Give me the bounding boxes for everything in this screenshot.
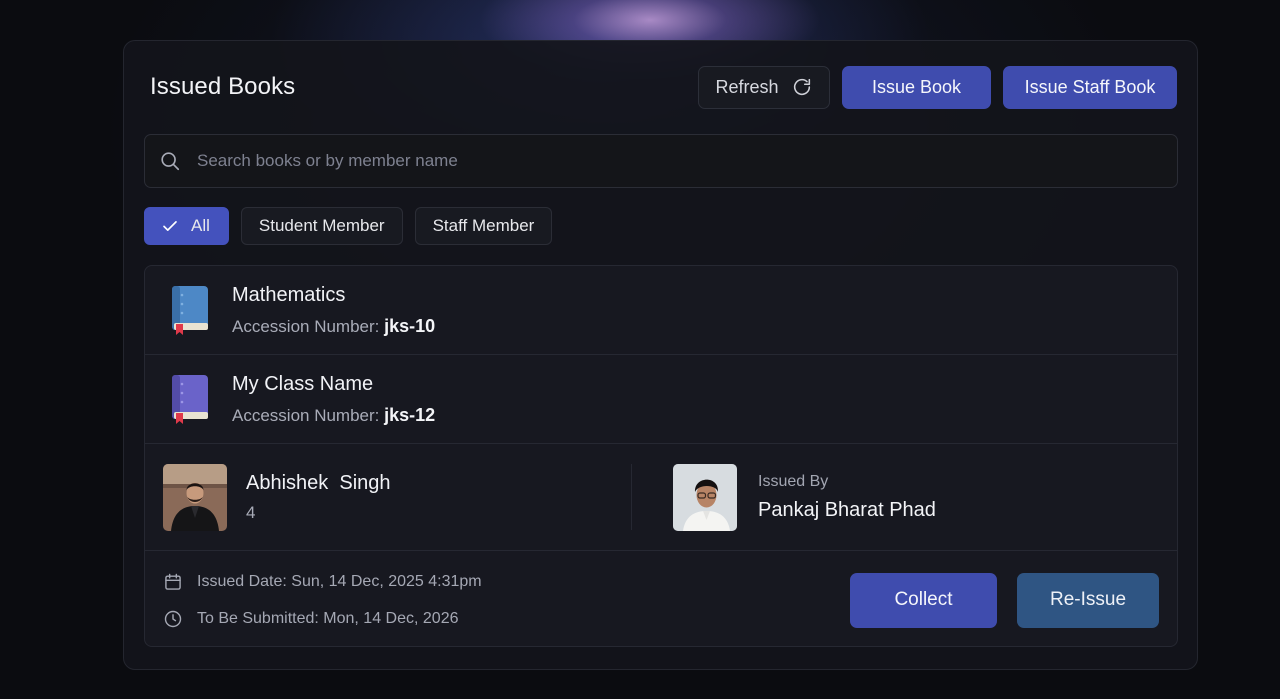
refresh-label: Refresh bbox=[715, 76, 779, 97]
issuer-info: Issued By Pankaj Bharat Phad bbox=[631, 463, 1177, 531]
filter-chip-staff-member[interactable]: Staff Member bbox=[414, 207, 553, 245]
book-icon bbox=[172, 375, 208, 424]
filter-chip-student-member[interactable]: Student Member bbox=[240, 207, 403, 245]
due-date-text: To Be Submitted: Mon, 14 Dec, 2026 bbox=[197, 609, 459, 627]
accession-number: Accession Number: jks-12 bbox=[232, 405, 435, 426]
issue-book-button[interactable]: Issue Book bbox=[842, 65, 991, 109]
book-title: Mathematics bbox=[232, 283, 346, 306]
check-icon bbox=[163, 221, 177, 231]
issue-staff-book-button[interactable]: Issue Staff Book bbox=[1003, 65, 1177, 109]
reissue-button[interactable]: Re-Issue bbox=[1017, 572, 1159, 628]
refresh-button[interactable]: Refresh bbox=[698, 65, 830, 109]
filter-chip-label: Student Member bbox=[258, 216, 385, 235]
calendar-icon bbox=[165, 573, 181, 590]
issuer-name: Pankaj Bharat Phad bbox=[758, 498, 936, 521]
member-filter-group: All Student Member Staff Member bbox=[144, 207, 553, 245]
book-row: My Class Name Accession Number: jks-12 bbox=[145, 355, 1177, 444]
accession-value: jks-10 bbox=[384, 315, 436, 336]
issuer-avatar bbox=[673, 463, 737, 531]
book-icon bbox=[172, 286, 208, 335]
refresh-icon bbox=[793, 78, 810, 96]
clock-icon bbox=[164, 610, 182, 627]
issued-by-label: Issued By bbox=[758, 472, 829, 490]
collect-button[interactable]: Collect bbox=[850, 572, 997, 628]
panel-header: Issued Books Refresh Issue Book Issue St… bbox=[150, 65, 1177, 109]
member-avatar bbox=[163, 463, 227, 531]
issued-date-text: Issued Date: Sun, 14 Dec, 2025 4:31pm bbox=[197, 572, 482, 590]
book-title: My Class Name bbox=[232, 372, 374, 395]
issued-date: Issued Date: Sun, 14 Dec, 2025 4:31pm bbox=[163, 572, 482, 592]
member-divider bbox=[631, 464, 632, 530]
accession-label: Accession Number: bbox=[232, 316, 380, 336]
issue-dates: Issued Date: Sun, 14 Dec, 2025 4:31pm To… bbox=[163, 572, 482, 629]
member-count: 4 bbox=[246, 502, 256, 522]
page-title: Issued Books bbox=[150, 73, 296, 100]
book-row: Mathematics Accession Number: jks-10 bbox=[145, 266, 1177, 355]
accession-number: Accession Number: jks-10 bbox=[232, 316, 435, 337]
member-name: Abhishek Singh bbox=[246, 471, 391, 494]
member-row: Abhishek Singh 4 Issued By Pankaj Bharat… bbox=[145, 444, 1177, 551]
issue-actions: Collect Re-Issue bbox=[850, 572, 1159, 628]
filter-chip-label: Staff Member bbox=[432, 216, 535, 235]
member-info: Abhishek Singh 4 bbox=[145, 463, 631, 531]
accession-label: Accession Number: bbox=[232, 405, 380, 425]
header-actions: Refresh Issue Book Issue Staff Book bbox=[698, 65, 1177, 109]
issued-books-panel: Issued Books Refresh Issue Book Issue St… bbox=[123, 40, 1198, 670]
accession-value: jks-12 bbox=[384, 404, 436, 425]
filter-chip-all[interactable]: All bbox=[144, 207, 229, 245]
search-icon bbox=[161, 152, 180, 171]
due-date: To Be Submitted: Mon, 14 Dec, 2026 bbox=[163, 609, 482, 629]
issue-footer: Issued Date: Sun, 14 Dec, 2025 4:31pm To… bbox=[145, 551, 1177, 646]
search-input[interactable] bbox=[181, 135, 1177, 187]
search-box[interactable] bbox=[144, 134, 1178, 188]
filter-chip-label: All bbox=[191, 216, 210, 235]
issue-record-card: Mathematics Accession Number: jks-10 My … bbox=[144, 265, 1178, 647]
